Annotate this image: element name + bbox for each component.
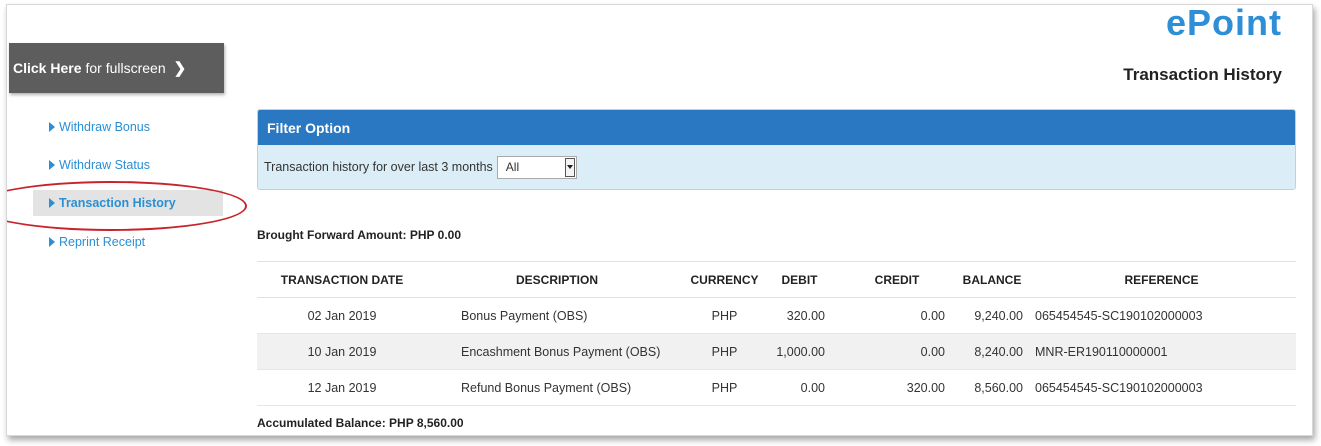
cell-credit: 320.00 [837, 369, 957, 406]
cell-credit: 0.00 [837, 297, 957, 334]
filter-panel-title: Filter Option [258, 110, 1295, 145]
fullscreen-label: for fullscreen [85, 60, 166, 76]
column-header-credit: CREDIT [837, 261, 957, 298]
transaction-table: TRANSACTION DATE DESCRIPTION CURRENCY DE… [257, 261, 1296, 406]
brand-logo: ePoint [1165, 4, 1282, 43]
cell-reference: MNR-ER190110000001 [1027, 333, 1296, 370]
table-row: 12 Jan 2019 Refund Bonus Payment (OBS) P… [257, 369, 1296, 406]
filter-panel-body: Transaction history for over last 3 mont… [258, 145, 1295, 189]
filter-label: Transaction history for over last 3 mont… [264, 160, 493, 174]
caret-right-icon [49, 237, 55, 247]
column-header-debit: DEBIT [762, 261, 837, 298]
column-header-currency: CURRENCY [687, 261, 762, 298]
cell-credit: 0.00 [837, 333, 957, 370]
column-header-date: TRANSACTION DATE [257, 261, 427, 298]
sidebar-item-label: Reprint Receipt [59, 235, 146, 249]
cell-date: 02 Jan 2019 [257, 297, 427, 334]
cell-currency: PHP [687, 369, 762, 406]
cell-description: Refund Bonus Payment (OBS) [427, 369, 687, 406]
highlight-circle-annotation [7, 181, 247, 231]
dropdown-arrow-icon[interactable] [564, 157, 575, 177]
cell-balance: 9,240.00 [957, 297, 1027, 334]
period-select[interactable]: All [496, 155, 577, 179]
caret-right-icon [49, 160, 55, 170]
filter-panel: Filter Option Transaction history for ov… [257, 109, 1296, 190]
cell-description: Bonus Payment (OBS) [427, 297, 687, 334]
cell-debit: 320.00 [762, 297, 837, 334]
table-header-row: TRANSACTION DATE DESCRIPTION CURRENCY DE… [257, 261, 1296, 298]
fullscreen-button[interactable]: Click Here for fullscreen ❯ [9, 43, 224, 93]
cell-description: Encashment Bonus Payment (OBS) [427, 333, 687, 370]
cell-date: 12 Jan 2019 [257, 369, 427, 406]
cell-balance: 8,240.00 [957, 333, 1027, 370]
table-row: 10 Jan 2019 Encashment Bonus Payment (OB… [257, 333, 1296, 370]
sidebar-item-withdraw-bonus[interactable]: Withdraw Bonus [33, 114, 223, 140]
cell-currency: PHP [687, 333, 762, 370]
sidebar-item-withdraw-status[interactable]: Withdraw Status [33, 152, 223, 178]
brought-forward-amount: Brought Forward Amount: PHP 0.00 [257, 228, 462, 242]
sidebar-item-reprint-receipt[interactable]: Reprint Receipt [33, 229, 223, 255]
page-title: Transaction History [1123, 65, 1282, 84]
caret-right-icon [49, 122, 55, 132]
column-header-reference: REFERENCE [1027, 261, 1296, 298]
table-row: 02 Jan 2019 Bonus Payment (OBS) PHP 320.… [257, 297, 1296, 334]
cell-debit: 0.00 [762, 369, 837, 406]
sidebar-item-label: Withdraw Status [59, 158, 151, 172]
period-select-value: All [505, 160, 520, 174]
cell-balance: 8,560.00 [957, 369, 1027, 406]
cell-reference: 065454545-SC190102000003 [1027, 369, 1296, 406]
cell-currency: PHP [687, 297, 762, 334]
column-header-description: DESCRIPTION [427, 261, 687, 298]
cell-date: 10 Jan 2019 [257, 333, 427, 370]
sidebar-item-label: Withdraw Bonus [59, 120, 151, 134]
fullscreen-label-bold: Click Here [13, 60, 82, 76]
app-frame: Click Here for fullscreen ❯ Withdraw Bon… [6, 4, 1313, 436]
accumulated-balance: Accumulated Balance: PHP 8,560.00 [257, 416, 464, 430]
column-header-balance: BALANCE [957, 261, 1027, 298]
cell-reference: 065454545-SC190102000003 [1027, 297, 1296, 334]
chevron-right-icon: ❯ [173, 60, 187, 77]
cell-debit: 1,000.00 [762, 333, 837, 370]
